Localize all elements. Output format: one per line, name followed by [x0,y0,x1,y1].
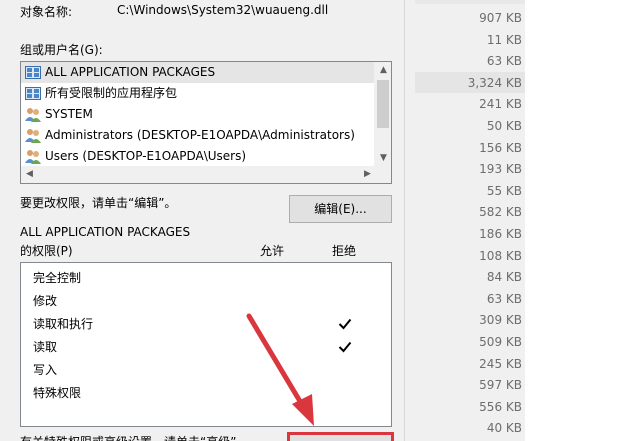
principal-label: ALL APPLICATION PACKAGES [45,65,216,79]
file-size: 193 KB [479,162,522,177]
file-size: 241 KB [479,97,522,112]
permissions-label: 的权限(P) [20,244,73,258]
package-icon [25,66,41,79]
principals-listbox[interactable]: ALL APPLICATION PACKAGES 所有受限制的应用程序包 SYS… [20,61,392,184]
file-size: 55 KB [486,183,522,198]
file-size: 309 KB [479,313,522,328]
users-icon [25,108,41,122]
principal-label: SYSTEM [45,107,93,121]
file-size: 907 KB [479,11,522,25]
file-size: 63 KB [486,54,522,69]
permission-full-control: 完全控制 [33,271,82,285]
edit-hint-text: 要更改权限，请单击“编辑”。 [20,196,177,210]
principals-vertical-scrollbar[interactable]: ▲ ▼ [374,62,391,167]
permission-write: 写入 [33,363,58,377]
scroll-down-icon[interactable]: ▼ [375,150,392,167]
permissions-principal-name: ALL APPLICATION PACKAGES [20,225,191,239]
file-size: 597 KB [479,378,522,393]
scrollbar-corner [374,166,391,183]
file-size: 84 KB [486,270,522,285]
scroll-left-icon[interactable]: ◀ [21,166,38,183]
users-icon [25,150,41,164]
object-name-value: C:\Windows\System32\wuaueng.dll [117,3,329,17]
list-item-restricted-packages[interactable]: 所有受限制的应用程序包 [21,83,376,104]
file-size: 582 KB [479,205,522,220]
security-properties-dialog: 对象名称: C:\Windows\System32\wuaueng.dll 组或… [0,0,405,441]
list-item-all-application-packages[interactable]: ALL APPLICATION PACKAGES [21,62,376,83]
group-users-label: 组或用户名(G): [20,43,103,57]
file-size: 245 KB [479,356,522,371]
scroll-thumb[interactable] [377,80,389,128]
deny-column-header: 拒绝 [332,244,357,258]
file-size: 186 KB [479,226,522,241]
list-item-users[interactable]: Users (DESKTOP-E1OAPDA\Users) [21,146,376,167]
permission-special: 特殊权限 [33,386,82,400]
list-item-administrators[interactable]: Administrators (DESKTOP-E1OAPDA\Administ… [21,125,376,146]
size-column-values: 907 KB 11 KB 63 KB 3,324 KB 241 KB 50 KB… [430,8,522,440]
permissions-list: 完全控制 修改 读取和执行 读取 写入 特殊权限 [20,262,392,427]
file-size: 156 KB [479,140,522,155]
permission-read: 读取 [33,340,58,354]
principals-horizontal-scrollbar[interactable]: ◀ ▶ [21,166,376,183]
file-size: 40 KB [486,421,522,436]
permission-modify: 修改 [33,294,58,308]
package-icon [25,87,41,100]
file-size: 63 KB [486,291,522,306]
permission-read-execute: 读取和执行 [33,317,94,331]
object-name-label: 对象名称: [20,5,73,19]
principal-label: 所有受限制的应用程序包 [45,86,178,100]
file-size: 556 KB [479,399,522,414]
advanced-button[interactable] [287,432,394,441]
users-icon [25,129,41,143]
principal-label: Users (DESKTOP-E1OAPDA\Users) [45,149,247,163]
edit-button[interactable]: 编辑(E)... [289,195,392,223]
file-size: 3,324 KB [467,75,522,90]
file-size: 50 KB [486,118,522,133]
list-item-system[interactable]: SYSTEM [21,104,376,125]
scroll-up-icon[interactable]: ▲ [375,62,392,79]
checkmark-icon [338,318,352,330]
explorer-header-edge [415,0,525,4]
file-size: 108 KB [479,248,522,263]
checkmark-icon [338,341,352,353]
allow-column-header: 允许 [260,244,285,258]
advanced-hint-text: 有关特殊权限或高级设置，请单击“高级”。 [20,433,248,441]
file-size: 11 KB [486,32,522,47]
file-size: 509 KB [479,334,522,349]
principals-list: ALL APPLICATION PACKAGES 所有受限制的应用程序包 SYS… [21,62,376,167]
principal-label: Administrators (DESKTOP-E1OAPDA\Administ… [45,128,355,142]
